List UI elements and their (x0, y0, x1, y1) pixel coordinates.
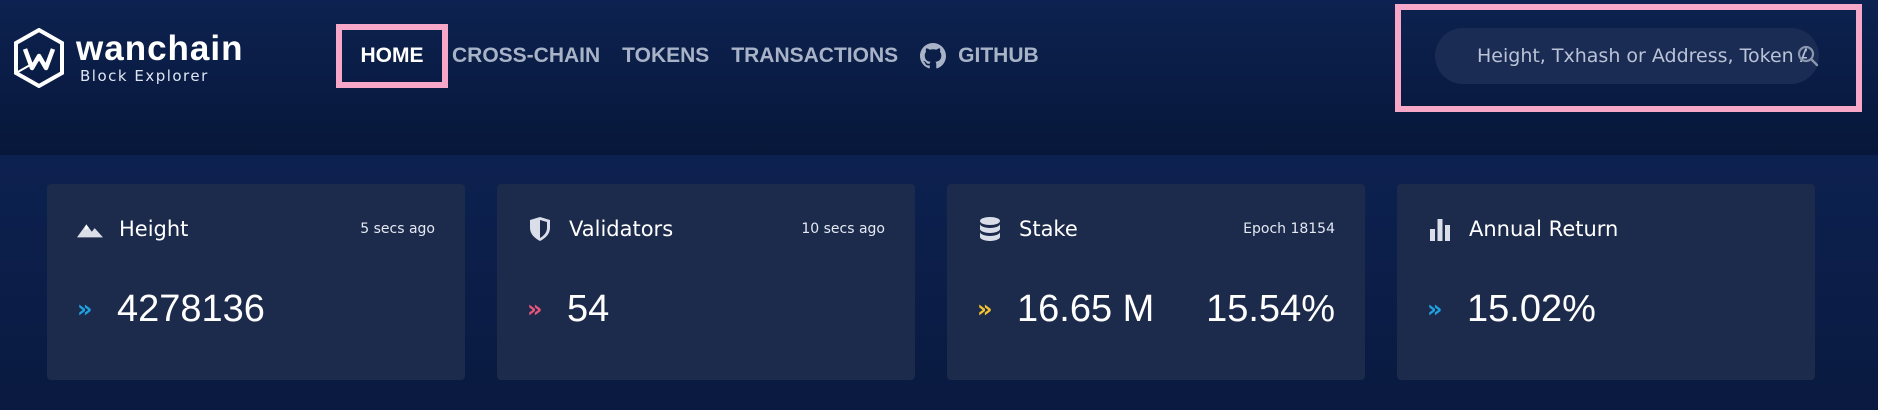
search-box[interactable] (1435, 28, 1819, 84)
stake-card[interactable]: Stake Epoch 18154 » 16.65 M 15.54% (947, 184, 1365, 380)
nav-cross-chain-label: CROSS-CHAIN (452, 44, 601, 67)
nav-github[interactable]: GITHUB (920, 24, 1039, 88)
height-card[interactable]: Height 5 secs ago » 4278136 (47, 184, 465, 380)
card-timestamp: 5 secs ago (360, 221, 435, 237)
stake-percent-value: 15.54% (1206, 287, 1335, 330)
nav-home[interactable]: HOME (336, 24, 448, 88)
chevron-right-icon: » (977, 295, 993, 323)
validators-card[interactable]: Validators 10 secs ago » 54 (497, 184, 915, 380)
card-timestamp: 10 secs ago (801, 221, 885, 237)
nav-cross-chain[interactable]: CROSS-CHAIN (452, 24, 600, 88)
nav-tokens-label: TOKENS (622, 44, 710, 67)
bar-chart-icon (1427, 216, 1453, 242)
main-nav: HOME CROSS-CHAIN TOKENS TRANSACTIONS GIT… (336, 24, 1061, 88)
nav-transactions[interactable]: TRANSACTIONS (731, 24, 898, 88)
annual-return-value: 15.02% (1467, 287, 1596, 330)
search-input[interactable] (1477, 45, 1807, 67)
annual-return-card[interactable]: Annual Return » 15.02% (1397, 184, 1815, 380)
chevron-right-icon: » (527, 295, 543, 323)
epoch-label: Epoch 18154 (1243, 221, 1335, 237)
logo-subtitle: Block Explorer (80, 67, 209, 85)
github-icon (920, 43, 947, 69)
wanchain-logo-icon (14, 28, 64, 88)
logo[interactable]: wanchain Block Explorer (14, 28, 274, 88)
database-icon (977, 216, 1003, 242)
card-title: Annual Return (1469, 217, 1619, 241)
shield-icon (527, 216, 553, 242)
chevron-right-icon: » (77, 295, 93, 323)
logo-title: wanchain (76, 29, 244, 68)
nav-home-label: HOME (360, 44, 424, 67)
block-height-value: 4278136 (117, 287, 265, 330)
nav-transactions-label: TRANSACTIONS (731, 44, 899, 67)
card-title: Height (119, 217, 189, 241)
card-title: Validators (569, 217, 674, 241)
nav-github-label: GITHUB (958, 44, 1039, 67)
mountain-icon (77, 216, 103, 242)
chevron-right-icon: » (1427, 295, 1443, 323)
stake-value: 16.65 M (1017, 287, 1155, 330)
page: wanchain Block Explorer HOME CROSS-CHAIN… (0, 0, 1878, 410)
nav-tokens[interactable]: TOKENS (622, 24, 709, 88)
card-title: Stake (1019, 217, 1078, 241)
validators-value: 54 (567, 287, 610, 330)
search-icon[interactable] (1797, 45, 1819, 67)
